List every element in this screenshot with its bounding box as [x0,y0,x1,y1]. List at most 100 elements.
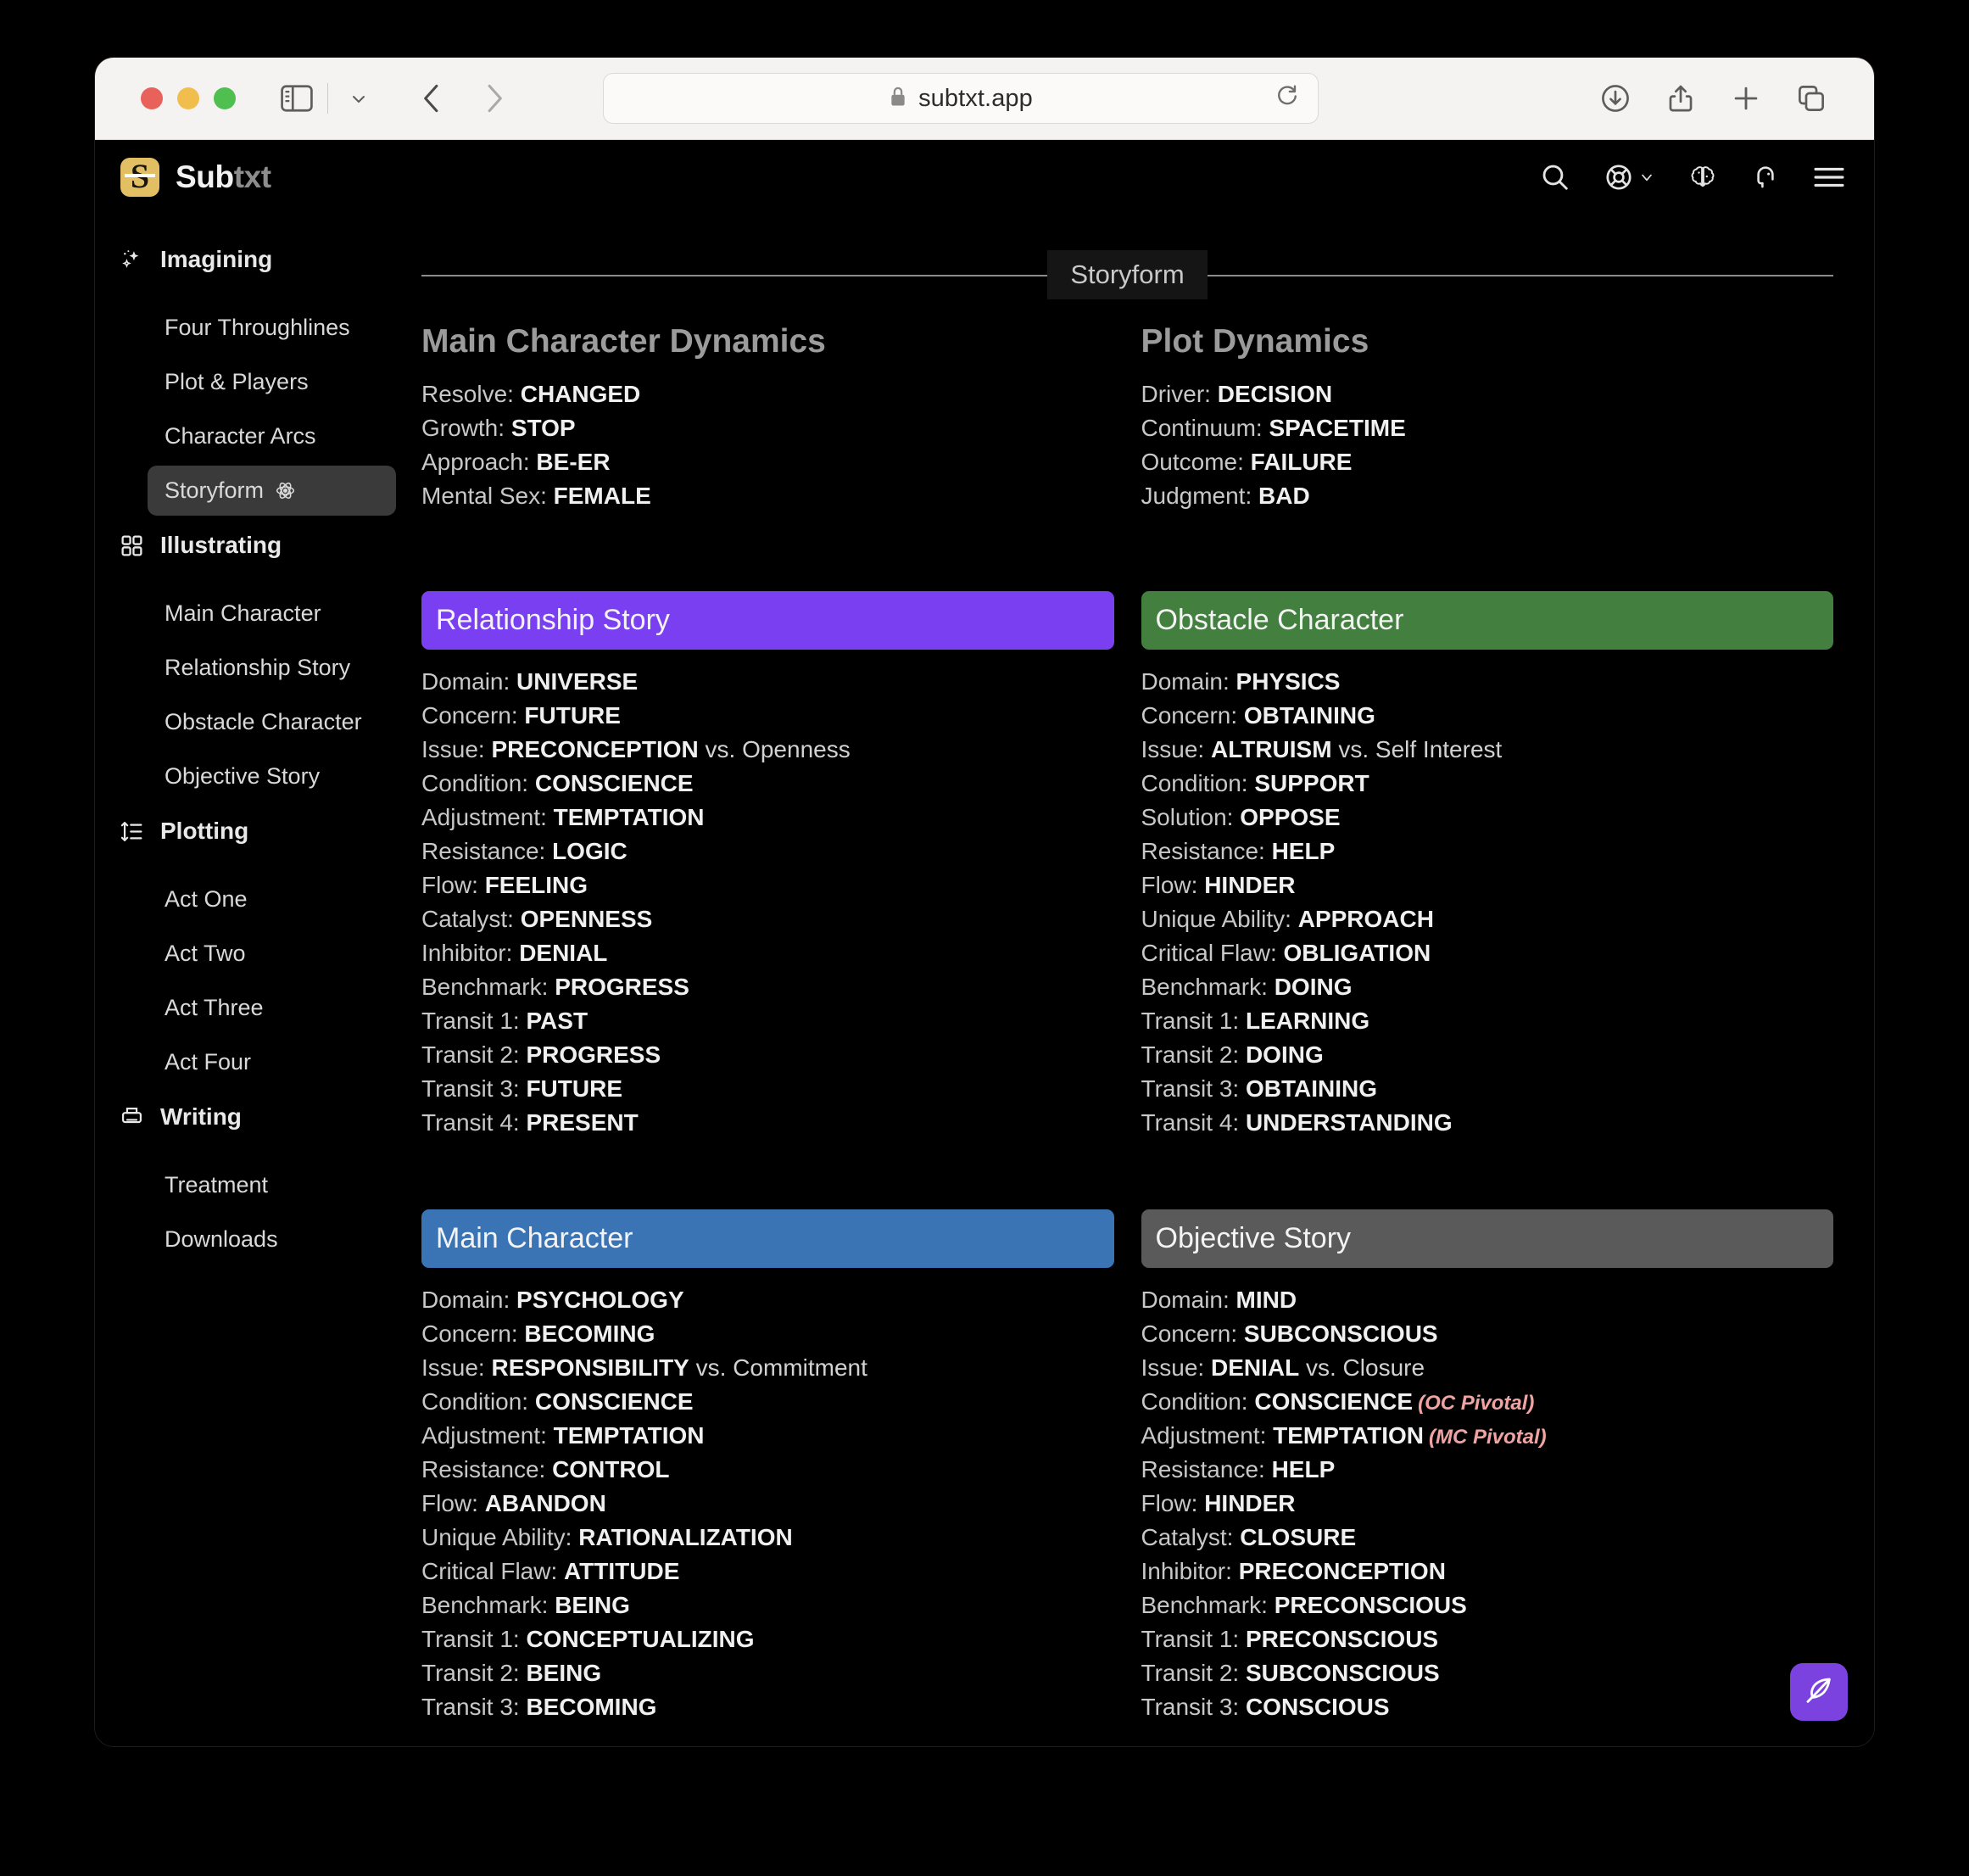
sidebar-item-label: Main Character [165,600,321,626]
search-icon[interactable] [1539,161,1571,193]
attribute-row: Benchmark: DOING [1141,970,1834,1004]
attribute-label: Benchmark: [1141,1592,1268,1618]
sidebar-group-imagining[interactable]: Imagining [95,234,421,285]
attribute-row: Catalyst: OPENNESS [421,902,1114,936]
attribute-row: Resistance: CONTROL [421,1453,1114,1487]
card-header[interactable]: Relationship Story [421,591,1114,650]
attribute-label: Transit 3: [1141,1075,1240,1102]
attribute-value: PRESENT [526,1109,639,1136]
attribute-value: RESPONSIBILITY [491,1354,689,1381]
back-chevron-icon[interactable] [408,75,455,122]
attribute-label: Issue: [1141,1354,1205,1381]
lifebuoy-icon[interactable] [1604,162,1655,193]
attribute-value: BEING [526,1660,602,1686]
sidebar-toggle-icon[interactable] [273,75,321,122]
address-bar[interactable]: subtxt.app [603,73,1319,124]
share-icon[interactable] [1657,75,1704,122]
attribute-label: Driver: [1141,381,1211,407]
sidebar-item-act-three[interactable]: Act Three [148,983,396,1033]
compose-fab-button[interactable] [1790,1663,1848,1721]
sidebar-item-storyform[interactable]: Storyform [148,466,396,516]
sidebar-item-four-throughlines[interactable]: Four Throughlines [148,303,396,353]
attribute-row: Transit 4: UNDERSTANDING [1141,1106,1834,1140]
download-icon[interactable] [1592,75,1639,122]
card-header[interactable]: Objective Story [1141,1209,1833,1268]
hamburger-menu-icon[interactable] [1813,165,1845,190]
card-header[interactable]: Main Character [421,1209,1114,1268]
throughline-cards-grid: Relationship Story Domain: UNIVERSE Concer… [421,591,1833,1724]
sidebar-item-obstacle-character[interactable]: Obstacle Character [148,697,396,747]
sidebar-item-downloads[interactable]: Downloads [148,1214,396,1265]
card-header[interactable]: Obstacle Character [1141,591,1833,650]
attribute-label: Catalyst: [1141,1524,1234,1550]
feather-quill-icon [1802,1673,1836,1711]
attribute-label: Issue: [1141,736,1205,762]
attribute-tail: vs. Self Interest [1338,736,1503,762]
sidebar-group-label: Writing [160,1103,242,1130]
sidebar-item-act-two[interactable]: Act Two [148,929,396,979]
sidebar-item-label: Plot & Players [165,369,309,394]
attribute-row: Issue: ALTRUISM vs. Self Interest [1141,733,1834,767]
plus-icon[interactable] [1722,75,1770,122]
close-window-button[interactable] [141,87,163,109]
sidebar-item-act-four[interactable]: Act Four [148,1037,396,1087]
attribute-value: FUTURE [524,702,621,729]
sidebar-group-plotting[interactable]: Plotting [95,806,421,857]
attribute-value: TEMPTATION [553,1422,705,1449]
forward-chevron-icon[interactable] [471,75,518,122]
support-headset-icon[interactable] [1750,162,1781,193]
brand-logo[interactable]: S Subtxt [120,158,271,197]
sidebar-group-label: Plotting [160,818,249,844]
attribute-label: Transit 2: [421,1041,520,1068]
sidebar-item-plot-players[interactable]: Plot & Players [148,357,396,407]
maximize-window-button[interactable] [214,87,236,109]
chevron-down-icon [1642,174,1652,181]
chevron-down-icon[interactable] [335,75,382,122]
attribute-row: Benchmark: BEING [421,1588,1114,1622]
sidebar-item-relationship-story[interactable]: Relationship Story [148,643,396,693]
attribute-value: CONCEPTUALIZING [526,1626,755,1652]
sidebar-item-character-arcs[interactable]: Character Arcs [148,411,396,461]
attribute-value: STOP [510,415,576,441]
attribute-value: SUPPORT [1254,770,1369,796]
attribute-row: Concern: SUBCONSCIOUS [1141,1317,1834,1351]
card-body: Domain: MIND Concern: SUBCONSCIOUS Issue: … [1141,1268,1834,1724]
attribute-label: Resistance: [1141,1456,1265,1482]
attribute-row: Transit 4: PRESENT [421,1106,1114,1140]
attribute-label: Transit 1: [1141,1626,1240,1652]
tab-overview-icon[interactable] [1788,75,1835,122]
card-body: Domain: UNIVERSE Concern: FUTURE Issue: PR… [421,650,1114,1140]
reload-icon[interactable] [1275,85,1299,113]
brain-icon[interactable] [1687,162,1718,193]
attribute-row: Issue: RESPONSIBILITY vs. Commitment [421,1351,1114,1385]
sidebar-item-act-one[interactable]: Act One [148,874,396,924]
sidebar-item-label: Character Arcs [165,423,316,449]
attribute-label: Growth: [421,415,505,441]
attribute-value: SUBCONSCIOUS [1245,1660,1440,1686]
attribute-row: Condition: SUPPORT [1141,767,1834,801]
attribute-label: Critical Flaw: [1141,940,1277,966]
attribute-row: Benchmark: PROGRESS [421,970,1114,1004]
sidebar-item-treatment[interactable]: Treatment [148,1160,396,1210]
sidebar-group-illustrating[interactable]: Illustrating [95,520,421,571]
subtxt-app: S Subtxt [95,140,1874,1746]
toolbar-divider [327,83,328,114]
attribute-label: Mental Sex: [421,483,547,509]
attribute-label: Solution: [1141,804,1234,830]
attribute-row: Transit 1: PAST [421,1004,1114,1038]
main-content: Storyform Main Character Dynamics Resolve… [421,215,1874,1746]
throughline-card: Obstacle Character Domain: PHYSICS Concern… [1141,591,1834,1140]
sidebar-item-objective-story[interactable]: Objective Story [148,751,396,801]
grid-icon [120,533,144,558]
attribute-row: Transit 1: PRECONSCIOUS [1141,1622,1834,1656]
dynamics-title: Main Character Dynamics [421,323,826,360]
sidebar-group-writing[interactable]: Writing [95,1092,421,1142]
sidebar-item-main-character[interactable]: Main Character [148,589,396,639]
sidebar-item-label: Act One [165,886,248,912]
attribute-value: SPACETIME [1269,415,1406,441]
attribute-label: Inhibitor: [421,940,513,966]
minimize-window-button[interactable] [177,87,199,109]
attribute-value: LOGIC [552,838,628,864]
